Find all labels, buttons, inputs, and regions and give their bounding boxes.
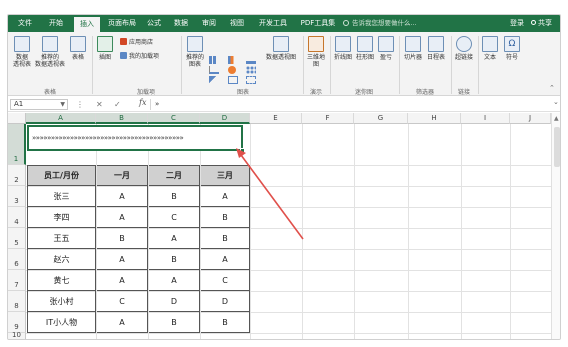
arrow-shaft [240,154,304,240]
annotation-arrow [236,148,304,240]
excel-window: 文件 开始 插入 页面布局 公式 数据 审阅 视图 开发工具 PDF工具集 告诉… [7,14,561,340]
arrow-head [236,148,246,158]
